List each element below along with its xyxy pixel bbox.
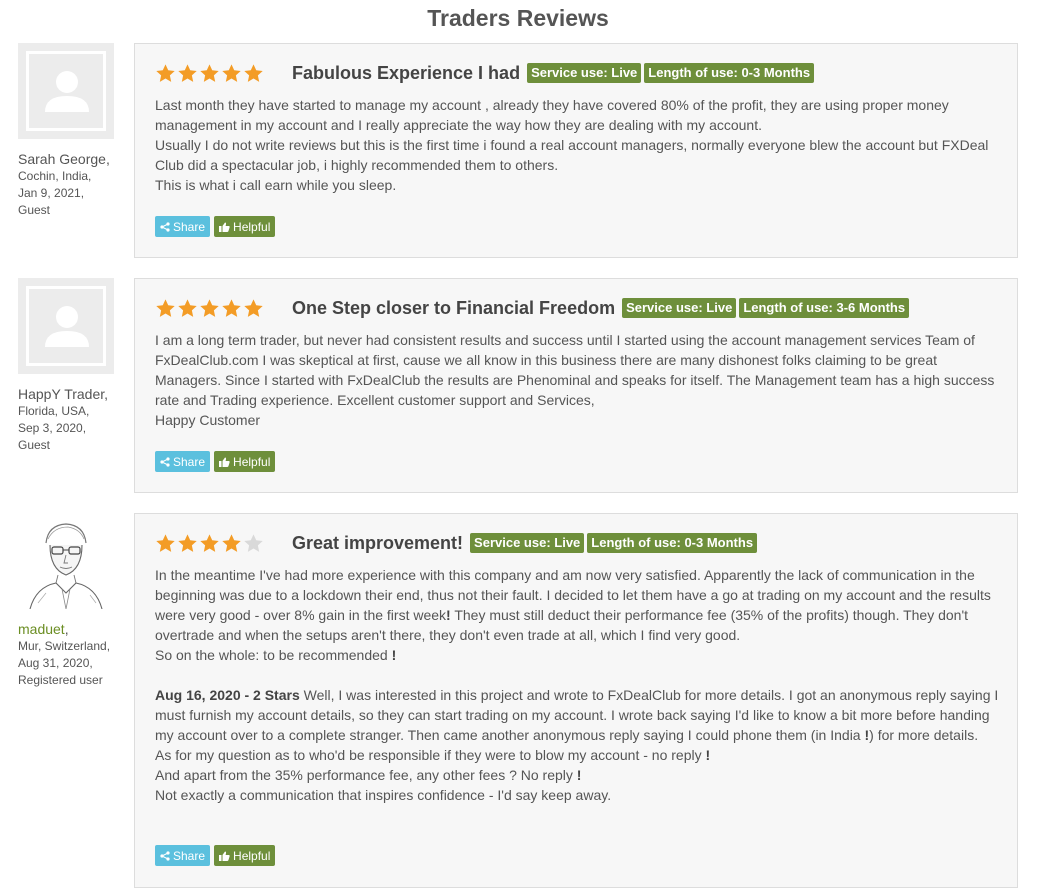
author-info: maduet, Mur, Switzerland, Aug 31, 2020, … (18, 620, 128, 689)
page-title: Traders Reviews (427, 5, 609, 31)
star-filled-icon (244, 63, 263, 82)
length-of-use-badge: Length of use: 3-6 Months (739, 298, 910, 318)
author-role: Guest (18, 438, 51, 452)
share-icon (160, 456, 170, 467)
review-body: In the meantime I've had more experience… (155, 565, 1000, 805)
length-of-use-badge: Length of use: 0-3 Months (587, 533, 758, 553)
review-date: Jan 9, 2021, (18, 186, 85, 200)
star-filled-icon (178, 533, 197, 552)
review-title: One Step closer to Financial Freedom (292, 297, 616, 318)
star-empty-icon (244, 533, 263, 552)
star-filled-icon (156, 533, 175, 552)
review-paragraph: And apart from the 35% performance fee, … (155, 767, 582, 783)
review-title: Fabulous Experience I had (292, 62, 521, 83)
thumbs-up-icon (219, 851, 230, 861)
author-info: Sarah George, Cochin, India, Jan 9, 2021… (18, 150, 128, 219)
share-icon (160, 850, 170, 861)
review-card: Fabulous Experience I had Service use: L… (134, 43, 1018, 258)
star-filled-icon (222, 63, 241, 82)
helpful-button[interactable]: Helpful (214, 451, 276, 472)
review-card: One Step closer to Financial Freedom Ser… (134, 278, 1018, 493)
author-info: HappY Trader, Florida, USA, Sep 3, 2020,… (18, 385, 128, 454)
review-paragraph: As for my question as to who'd be respon… (155, 747, 711, 763)
avatar (18, 278, 114, 374)
review-title: Great improvement! (292, 532, 464, 553)
review-update: Aug 16, 2020 - 2 Stars Well, I was inter… (155, 687, 999, 743)
share-label: Share (173, 454, 206, 469)
review-paragraph: Last month they have started to manage m… (155, 97, 949, 133)
review-date: Aug 31, 2020, (18, 656, 93, 670)
author-name-link[interactable]: maduet (18, 621, 65, 637)
star-filled-icon (222, 298, 241, 317)
star-filled-icon (244, 298, 263, 317)
author-location: Cochin, India, (18, 169, 92, 183)
star-filled-icon (178, 298, 197, 317)
star-filled-icon (200, 533, 219, 552)
service-use-badge: Service use: Live (622, 298, 737, 318)
sketch-portrait (18, 513, 114, 610)
review-paragraph: I am a long term trader, but never had c… (155, 332, 995, 408)
share-label: Share (173, 219, 206, 234)
star-filled-icon (200, 298, 219, 317)
default-user-icon (45, 306, 89, 347)
author-role: Guest (18, 203, 51, 217)
star-filled-icon (156, 63, 175, 82)
avatar (18, 43, 114, 139)
default-user-icon (45, 71, 89, 112)
service-use-badge: Service use: Live (527, 63, 642, 83)
helpful-label: Helpful (233, 454, 271, 469)
share-icon (160, 221, 170, 232)
thumbs-up-icon (219, 457, 230, 467)
star-rating (155, 298, 264, 319)
review-body: Last month they have started to manage m… (155, 95, 1000, 195)
share-button[interactable]: Share (155, 216, 211, 237)
star-filled-icon (222, 533, 241, 552)
review-paragraph: In the meantime I've had more experience… (155, 567, 991, 643)
review-date: Sep 3, 2020, (18, 421, 87, 435)
thumbs-up-icon (219, 222, 230, 232)
author-name-suffix: , (64, 621, 69, 637)
star-filled-icon (156, 298, 175, 317)
star-rating (155, 533, 264, 554)
length-of-use-badge: Length of use: 0-3 Months (644, 63, 815, 83)
review-paragraph: Not exactly a communication that inspire… (155, 787, 612, 803)
review-body: I am a long term trader, but never had c… (155, 330, 1000, 430)
avatar (18, 513, 114, 610)
author-role: Registered user (18, 673, 103, 687)
update-heading: Aug 16, 2020 - 2 Stars (155, 687, 300, 703)
helpful-button[interactable]: Helpful (214, 216, 276, 237)
author-location: Mur, Switzerland, (18, 639, 111, 653)
helpful-button[interactable]: Helpful (214, 845, 276, 866)
helpful-label: Helpful (233, 219, 271, 234)
star-rating (155, 63, 264, 84)
service-use-badge: Service use: Live (470, 533, 585, 553)
share-button[interactable]: Share (155, 451, 211, 472)
review-paragraph: This is what i call earn while you sleep… (155, 177, 397, 193)
share-button[interactable]: Share (155, 845, 211, 866)
review-paragraph: Usually I do not write reviews but this … (155, 137, 989, 173)
review-card: Great improvement! Service use: Live Len… (134, 513, 1018, 888)
review-paragraph: So on the whole: to be recommended ! (155, 647, 397, 663)
helpful-label: Helpful (233, 848, 271, 863)
author-location: Florida, USA, (18, 404, 90, 418)
star-filled-icon (200, 63, 219, 82)
star-filled-icon (178, 63, 197, 82)
share-label: Share (173, 848, 206, 863)
review-paragraph: Happy Customer (155, 412, 261, 428)
author-name: Sarah George, (18, 151, 110, 167)
author-name: HappY Trader, (18, 386, 109, 402)
